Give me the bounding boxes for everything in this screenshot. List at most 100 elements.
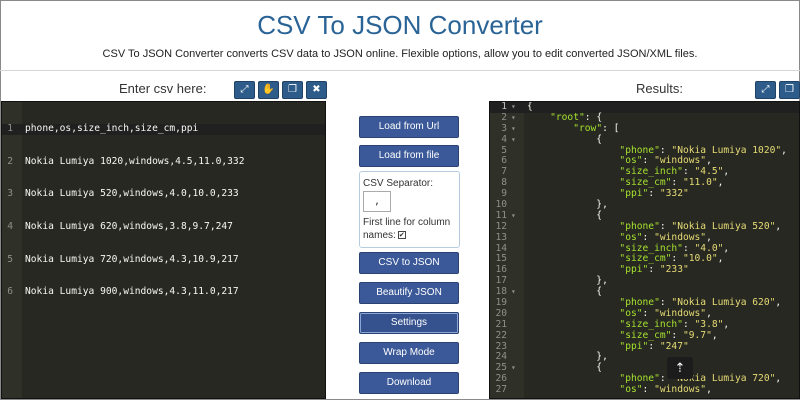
json-punct: :	[671, 253, 683, 265]
json-punct: ,	[781, 144, 787, 156]
json-result-editor[interactable]: 1 ▾{2 ▾ "root": {3 ▾ "row": [4 ▾ {5 "phone":…	[489, 101, 800, 399]
json-key: "os"	[619, 231, 643, 243]
json-punct	[527, 145, 619, 156]
json-key: "os"	[619, 307, 643, 319]
download-button[interactable]: Download	[359, 372, 459, 394]
fold-arrow-icon[interactable]: ▾	[511, 113, 516, 124]
first-line-checkbox[interactable]: ✔	[397, 231, 406, 240]
fold-arrow-icon[interactable]: ▾	[511, 363, 516, 374]
json-key: "ppi"	[619, 264, 649, 276]
csv-line-text: Nokia Lumiya 620,windows,3.8,9.7,247	[25, 220, 233, 232]
csv-line: 1 phone,os,size_inch,size_cm,ppi	[2, 122, 325, 135]
separator-input[interactable]: ,	[363, 191, 391, 212]
csv-panel-title: Enter csv here:	[119, 81, 207, 96]
csv-editor[interactable]: 1 phone,os,size_inch,size_cm,ppi 2 Nokia L…	[1, 101, 326, 399]
line-number: 22	[495, 329, 507, 341]
json-key: "ppi"	[619, 188, 649, 200]
fold-arrow-icon[interactable]: ▾	[511, 124, 516, 135]
csv-line-text: Nokia Lumiya 520,windows,4.0,10.0,233	[25, 188, 239, 200]
json-punct: :	[642, 384, 655, 396]
json-punct: :	[642, 155, 655, 167]
page-subtitle: CSV To JSON Converter converts CSV data …	[102, 48, 698, 60]
fold-arrow-icon[interactable]: ▾	[511, 287, 516, 298]
json-punct	[527, 112, 550, 123]
json-punct: ,	[711, 329, 718, 341]
csv-line: 6 Nokia Lumiya 900,windows,4.3,11.0,217	[2, 286, 325, 298]
csv-line: 5 Nokia Lumiya 720,windows,4.3,10.9,217	[2, 253, 325, 266]
json-punct	[527, 243, 619, 254]
json-punct: },	[527, 275, 608, 287]
load-from-file-button[interactable]: Load from file	[359, 145, 459, 167]
copy-icon: ❐	[288, 84, 297, 95]
json-string: "windows"	[654, 384, 707, 396]
json-key: "os"	[619, 155, 643, 167]
json-punct: ,	[706, 155, 712, 167]
json-line: 27 "os": "windows",	[490, 384, 799, 396]
expand-icon: ⤢	[761, 84, 770, 95]
csv-editor-lines: 1 phone,os,size_inch,size_cm,ppi 2 Nokia L…	[2, 102, 325, 320]
results-copy-button[interactable]: ❐	[779, 81, 800, 99]
line-number: 2	[7, 155, 13, 167]
line-number: 1	[7, 122, 13, 134]
hand-icon: ✋	[262, 84, 275, 95]
json-key: "os"	[619, 384, 643, 396]
json-editor-lines: 1 ▾{2 ▾ "root": {3 ▾ "row": [4 ▾ {5 "phone":…	[490, 102, 799, 396]
json-punct: ,	[717, 253, 724, 265]
expand-icon: ⤢	[240, 84, 249, 95]
line-number: 4	[501, 133, 507, 145]
json-punct	[527, 297, 619, 308]
csv-copy-button[interactable]: ❐	[282, 81, 303, 99]
json-punct: :	[682, 166, 695, 178]
json-key: "phone"	[619, 144, 660, 156]
json-key: "phone"	[619, 297, 660, 309]
beautify-json-button[interactable]: Beautify JSON	[359, 282, 459, 304]
json-string: "4.5"	[694, 166, 724, 178]
json-line-text: "os": "windows",	[527, 384, 712, 396]
json-string: "windows"	[654, 231, 707, 243]
json-punct: :	[682, 318, 695, 330]
json-punct	[527, 253, 619, 264]
fold-arrow-icon[interactable]: ▾	[511, 135, 516, 146]
settings-button[interactable]: Settings	[359, 312, 459, 334]
csv-line: 4 Nokia Lumiya 620,windows,3.8,9.7,247	[2, 220, 325, 233]
csv-expand-button[interactable]: ⤢	[234, 81, 255, 99]
first-line-option: First line for column names: ✔	[363, 216, 457, 242]
json-punct	[527, 177, 619, 188]
json-punct: :	[659, 144, 672, 156]
json-key: "phone"	[619, 373, 660, 385]
load-from-url-button[interactable]: Load from Url	[359, 116, 459, 138]
json-punct: {	[527, 362, 603, 374]
wrap-mode-button[interactable]: Wrap Mode	[359, 342, 459, 364]
json-string: "Nokia Lumiya 1020"	[671, 144, 782, 156]
json-punct	[527, 384, 619, 395]
json-key: "ppi"	[619, 340, 649, 352]
json-punct: ,	[706, 384, 712, 396]
line-number: 13	[495, 231, 507, 243]
csv-line: 2 Nokia Lumiya 1020,windows,4.5,11.0,332	[2, 155, 325, 168]
json-punct	[527, 155, 619, 166]
csv-clear-button[interactable]: ✖	[306, 81, 327, 99]
csv-hand-button[interactable]: ✋	[258, 81, 279, 99]
json-punct: :	[682, 242, 695, 254]
json-key: "size_cm"	[619, 177, 672, 189]
csv-to-json-button[interactable]: CSV to JSON	[359, 252, 459, 274]
json-key: "size_inch"	[619, 318, 683, 330]
json-punct: ,	[723, 166, 730, 178]
json-punct: : {	[584, 111, 603, 123]
json-punct	[527, 341, 619, 352]
line-number: 4	[7, 220, 13, 232]
scroll-top-icon[interactable]: ⇡	[667, 357, 693, 379]
json-punct: },	[527, 351, 608, 363]
json-punct	[527, 221, 619, 232]
results-expand-button[interactable]: ⤢	[755, 81, 776, 99]
json-string: "332"	[659, 188, 689, 200]
json-punct: :	[648, 340, 660, 352]
json-string: "3.8"	[694, 318, 724, 330]
csv-line-text: Nokia Lumiya 900,windows,4.3,11.0,217	[25, 286, 239, 298]
fold-arrow-icon[interactable]: ▾	[511, 211, 516, 222]
fold-arrow-icon[interactable]: ▾	[511, 102, 516, 113]
line-number: 5	[7, 253, 13, 265]
json-key: "size_inch"	[619, 242, 683, 254]
json-string: "9.7"	[682, 329, 712, 341]
json-punct: {	[527, 286, 603, 298]
